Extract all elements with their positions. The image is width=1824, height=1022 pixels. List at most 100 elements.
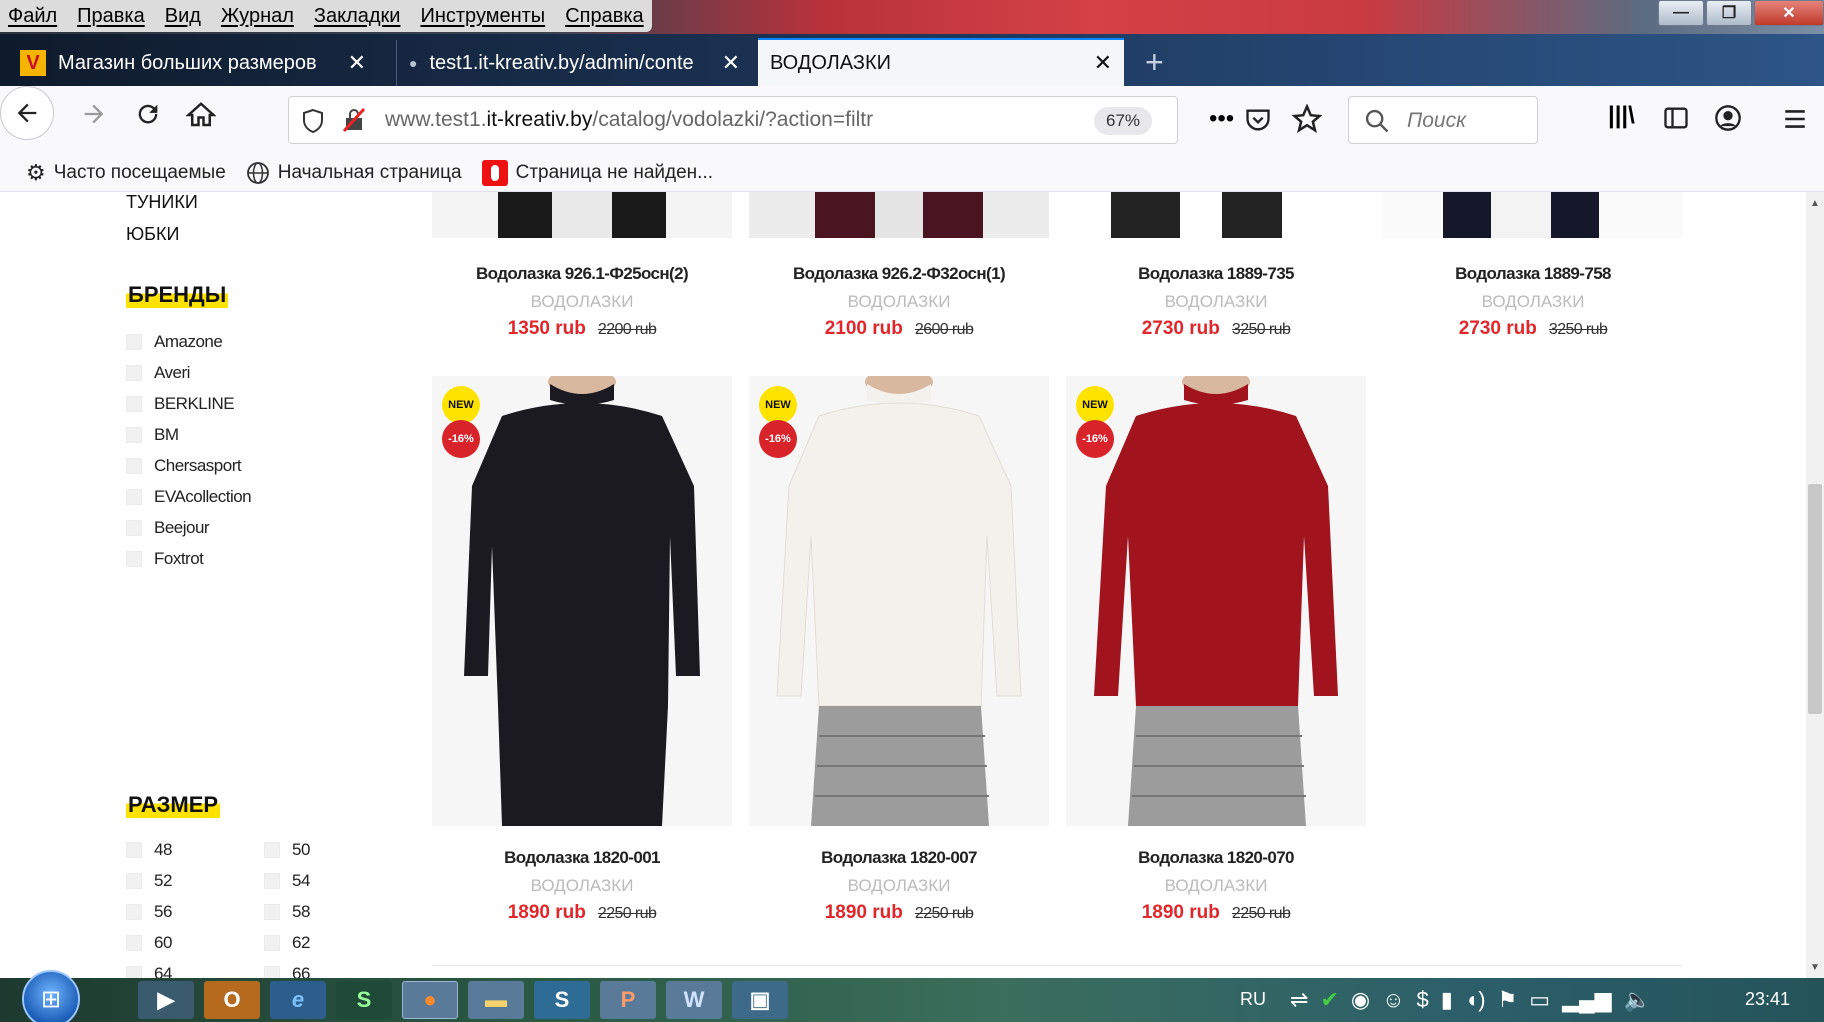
tab-shop[interactable]: V Магазин больших размеров ✕: [8, 40, 378, 86]
product-image[interactable]: [1066, 192, 1366, 238]
tray-monitor-icon[interactable]: ▭: [1529, 987, 1550, 1013]
reload-button[interactable]: [134, 100, 162, 135]
size-filter-52[interactable]: 52: [126, 871, 172, 891]
brand-filter-bm[interactable]: BM: [126, 425, 179, 445]
tab-vodolazki-active[interactable]: ВОДОЛАЗКИ ✕: [758, 38, 1124, 86]
home-button[interactable]: [185, 100, 217, 137]
checkbox[interactable]: [126, 334, 142, 350]
tray-volume-icon[interactable]: 🔈: [1624, 987, 1651, 1013]
brand-filter-amazone[interactable]: Amazone: [126, 332, 223, 352]
language-indicator[interactable]: RU: [1240, 989, 1266, 1010]
checkbox[interactable]: [264, 842, 280, 858]
search-box[interactable]: Поиск: [1348, 96, 1538, 144]
menu-edit[interactable]: Правка: [77, 5, 145, 28]
scroll-down-icon[interactable]: ▼: [1810, 962, 1820, 973]
taskbar-media-player[interactable]: ▶: [138, 981, 194, 1019]
size-filter-60[interactable]: 60: [126, 933, 172, 953]
new-tab-button[interactable]: +: [1145, 44, 1164, 81]
taskbar-firefox[interactable]: ●: [402, 981, 458, 1019]
bookmark-star-icon[interactable]: [1292, 104, 1322, 134]
scroll-up-icon[interactable]: ▲: [1810, 198, 1820, 209]
address-bar[interactable]: www.test1.it-kreativ.by/catalog/vodolazk…: [288, 96, 1234, 144]
taskbar-explorer[interactable]: ▬: [468, 981, 524, 1019]
tray-flag-icon[interactable]: ⚑: [1498, 987, 1518, 1013]
tray-device-icon[interactable]: ▮: [1441, 987, 1453, 1013]
minimize-button[interactable]: —: [1658, 0, 1704, 26]
checkbox[interactable]: [264, 873, 280, 889]
window-close-button[interactable]: ✕: [1754, 0, 1824, 26]
product-name[interactable]: Водолазка 926.1-Ф25осн(2): [432, 264, 732, 284]
brand-filter-averi[interactable]: Averi: [126, 363, 190, 383]
menu-help[interactable]: Справка: [565, 5, 643, 28]
brand-filter-foxtrot[interactable]: Foxtrot: [126, 549, 204, 569]
product-name[interactable]: Водолазка 1820-007: [749, 848, 1049, 868]
more-actions-icon[interactable]: •••: [1209, 105, 1234, 133]
brand-filter-beejour[interactable]: Beejour: [126, 518, 210, 538]
taskbar-powerpoint[interactable]: P: [600, 981, 656, 1019]
menu-view[interactable]: Вид: [165, 5, 201, 28]
tray-people-icon[interactable]: ☺: [1382, 987, 1404, 1013]
menu-file[interactable]: Файл: [8, 5, 57, 28]
tab-close-icon[interactable]: ✕: [1094, 50, 1112, 76]
tray-network-icon[interactable]: ⇌: [1290, 987, 1308, 1013]
taskbar-ie[interactable]: e: [270, 981, 326, 1019]
account-icon[interactable]: [1714, 104, 1742, 132]
checkbox[interactable]: [126, 520, 142, 536]
forward-button[interactable]: [80, 100, 108, 135]
taskbar-word[interactable]: W: [666, 981, 722, 1019]
category-link-tuniki[interactable]: ТУНИКИ: [126, 192, 198, 213]
menu-tools[interactable]: Инструменты: [420, 5, 545, 28]
checkbox[interactable]: [126, 365, 142, 381]
tab-close-icon[interactable]: ✕: [348, 50, 366, 76]
sidebar-icon[interactable]: [1662, 104, 1690, 132]
maximize-button[interactable]: ❐: [1706, 0, 1752, 26]
tab-admin[interactable]: ● test1.it-kreativ.by/admin/conte ✕: [396, 40, 752, 86]
pocket-icon[interactable]: [1244, 106, 1272, 134]
brand-filter-berkline[interactable]: BERKLINE: [126, 394, 235, 414]
checkbox[interactable]: [264, 935, 280, 951]
product-name[interactable]: Водолазка 926.2-Ф32осн(1): [749, 264, 1049, 284]
size-filter-58[interactable]: 58: [264, 902, 310, 922]
bookmark-most-visited[interactable]: ⚙ Часто посещаемые: [26, 160, 226, 186]
menu-bookmarks[interactable]: Закладки: [314, 5, 401, 28]
size-filter-64[interactable]: 64: [126, 964, 172, 978]
checkbox[interactable]: [126, 966, 142, 978]
checkbox[interactable]: [126, 551, 142, 567]
system-clock[interactable]: 23:41: [1745, 989, 1790, 1010]
checkbox[interactable]: [126, 489, 142, 505]
size-filter-54[interactable]: 54: [264, 871, 310, 891]
checkbox[interactable]: [126, 842, 142, 858]
product-name[interactable]: Водолазка 1889-758: [1383, 264, 1683, 284]
tray-signal-icon[interactable]: ▂▄▆: [1562, 987, 1611, 1013]
library-icon[interactable]: |||\: [1608, 102, 1635, 130]
brand-filter-evacollection[interactable]: EVAcollection: [126, 487, 252, 507]
back-button[interactable]: [0, 86, 54, 140]
size-filter-48[interactable]: 48: [126, 840, 172, 860]
start-button[interactable]: ⊞: [22, 970, 80, 1022]
taskbar-outlook[interactable]: O: [204, 981, 260, 1019]
brand-filter-chersasport[interactable]: Chersasport: [126, 456, 242, 476]
menu-history[interactable]: Журнал: [221, 5, 294, 28]
product-image[interactable]: [1383, 192, 1683, 238]
checkbox[interactable]: [264, 904, 280, 920]
zoom-level-badge[interactable]: 67%: [1094, 107, 1153, 135]
page-scrollbar[interactable]: ▲ ▼: [1806, 192, 1824, 978]
product-image[interactable]: [749, 192, 1049, 238]
checkbox[interactable]: [126, 935, 142, 951]
tray-check-icon[interactable]: ✔: [1320, 987, 1338, 1013]
product-image[interactable]: [432, 192, 732, 238]
size-filter-62[interactable]: 62: [264, 933, 310, 953]
hamburger-menu-icon[interactable]: [1782, 106, 1808, 132]
size-filter-50[interactable]: 50: [264, 840, 310, 860]
tray-app-icon[interactable]: ◉: [1351, 987, 1370, 1013]
tray-speaker-icon[interactable]: ◖): [1465, 987, 1486, 1013]
checkbox[interactable]: [126, 873, 142, 889]
size-filter-66[interactable]: 66: [264, 964, 310, 978]
checkbox[interactable]: [126, 396, 142, 412]
scroll-thumb[interactable]: [1808, 484, 1822, 714]
bookmark-not-found[interactable]: Страница не найден...: [481, 159, 713, 186]
product-name[interactable]: Водолазка 1820-070: [1066, 848, 1366, 868]
product-name[interactable]: Водолазка 1820-001: [432, 848, 732, 868]
tray-dollar-icon[interactable]: $: [1417, 987, 1429, 1013]
taskbar-save-app[interactable]: ▣: [732, 981, 788, 1019]
